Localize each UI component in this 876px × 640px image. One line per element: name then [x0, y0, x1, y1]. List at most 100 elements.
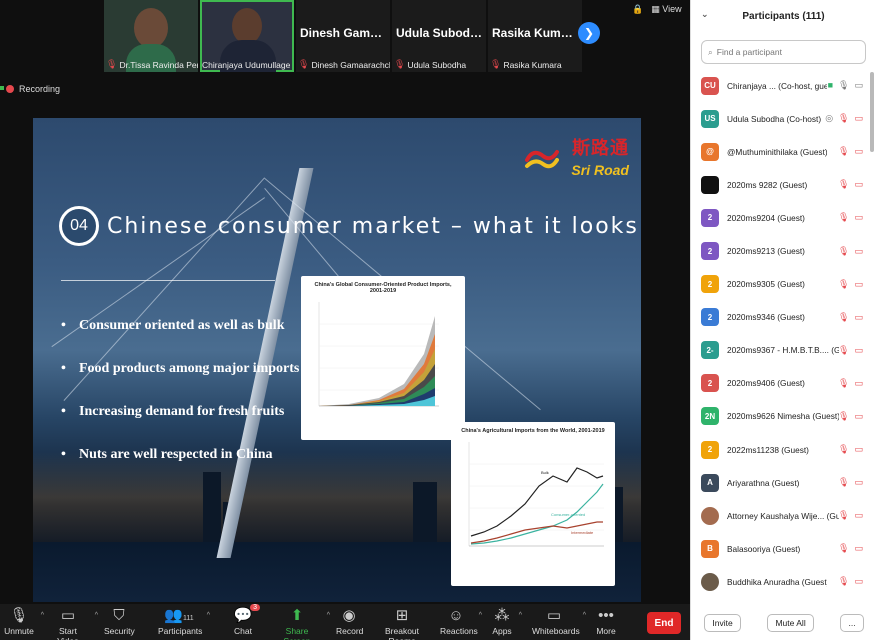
participant-status: 🎙 ▭: [838, 179, 863, 190]
participant-row[interactable]: @ @Muthuminithilaka (Guest) 🎙 ▭: [691, 135, 876, 168]
participants-panel: ⌄ Participants (111) ⌕ CU Chiranjaya ...…: [690, 0, 876, 640]
reactions-button[interactable]: ☺ Reactions ^: [440, 606, 482, 636]
slide-title: Chinese consumer market – what it looks …: [107, 214, 641, 239]
participants-button[interactable]: 👥111 Participants ^: [158, 606, 210, 636]
chat-badge: 3: [250, 604, 260, 611]
participant-row[interactable]: 2 2022ms11238 (Guest) 🎙 ▭: [691, 433, 876, 466]
avatar: 2: [701, 208, 719, 227]
participant-search[interactable]: ⌕: [701, 40, 866, 64]
participant-name: Chiranjaya ... (Co-host, guest): [727, 80, 827, 91]
participant-row[interactable]: 2- 2020ms9367 - H.M.B.T.B.... (Guest) 🎙▭: [691, 334, 876, 367]
mic-off-icon: 🎙: [394, 59, 406, 69]
caret-up-icon[interactable]: ^: [327, 612, 330, 619]
caret-up-icon[interactable]: ^: [41, 612, 44, 619]
participant-row[interactable]: CU Chiranjaya ... (Co-host, guest) ■ 🎙 ▭: [691, 69, 876, 102]
toolbar-label: Security: [104, 626, 135, 636]
mic-off-icon: 🎙: [838, 179, 850, 190]
video-off-icon: ▭: [854, 212, 863, 223]
participant-row[interactable]: 2 2020ms9406 (Guest) 🎙 ▭: [691, 367, 876, 400]
logo-english-text: Sri Road: [571, 162, 629, 178]
bullet-item: • Increasing demand for fresh fruits: [61, 404, 285, 419]
bullet-text: Increasing demand for fresh fruits: [79, 404, 285, 419]
recording-indicator[interactable]: Recording: [6, 84, 60, 94]
participant-row[interactable]: 2020ms 9282 (Guest) 🎙 ▭: [691, 168, 876, 201]
grid-icon: ▦: [651, 4, 660, 14]
breakout-rooms-button[interactable]: ⊞ Breakout Rooms: [374, 606, 430, 640]
invite-button[interactable]: Invite: [704, 614, 741, 632]
caret-up-icon[interactable]: ^: [95, 612, 98, 619]
security-lock-icon[interactable]: 🔒: [632, 4, 643, 15]
video-off-icon: ▭: [854, 179, 863, 190]
video-tile[interactable]: Rasika Kumara 🎙 Rasika Kumara: [488, 0, 582, 72]
panel-header: ⌄ Participants (111): [691, 0, 876, 32]
mic-off-icon: 🎙: [106, 59, 118, 69]
mic-off-icon: 🎙: [490, 59, 502, 69]
participant-row[interactable]: 2N 2020ms9626 Nimesha (Guest) 🎙 ▭: [691, 400, 876, 433]
mic-off-icon: 🎙: [838, 410, 850, 421]
tile-name-text: Dr.Tissa Ravinda Perera: [119, 59, 198, 70]
caret-up-icon[interactable]: ^: [479, 612, 482, 619]
participant-row[interactable]: B Balasooriya (Guest) 🎙 ▭: [691, 532, 876, 565]
participant-name: Udula Subodha (Co-host): [727, 113, 822, 124]
video-off-icon: ▭: [60, 607, 76, 624]
slide-number: 04: [59, 206, 99, 246]
participant-row[interactable]: 2 2020ms9346 (Guest) 🎙 ▭: [691, 301, 876, 334]
share-screen-button[interactable]: ⬆ Share Screen ^: [274, 606, 330, 640]
video-tile[interactable]: Udula Subodha 🎙 Udula Subodha: [392, 0, 486, 72]
participant-row[interactable]: 2 2020ms9204 (Guest) 🎙 ▭: [691, 201, 876, 234]
gallery-strip: 🎙Dr.Tissa Ravinda Perera Chiranjaya Udum…: [104, 0, 584, 72]
share-screen-icon: ■: [827, 80, 834, 91]
avatar: [701, 175, 719, 194]
collapse-chevron-icon[interactable]: ⌄: [701, 9, 709, 20]
mic-off-icon: 🎙: [838, 212, 850, 223]
avatar: 2N: [701, 407, 719, 426]
mic-off-icon: 🎙: [838, 477, 850, 488]
participant-row[interactable]: US Udula Subodha (Co-host) ◎ 🎙 ▭: [691, 102, 876, 135]
participant-name: 2020ms9406 (Guest): [727, 378, 805, 389]
gallery-next-button[interactable]: ❯: [578, 22, 600, 44]
caret-up-icon[interactable]: ^: [519, 612, 522, 619]
whiteboards-button[interactable]: ▭ Whiteboards ^: [532, 606, 586, 636]
apps-icon: ⁂: [494, 607, 510, 624]
toolbar-label: Whiteboards: [532, 626, 580, 636]
view-button[interactable]: ▦ View: [651, 4, 681, 15]
participant-name: 2020ms9213 (Guest): [727, 246, 805, 257]
record-icon: ◉: [342, 607, 356, 624]
mute-all-button[interactable]: Mute All: [767, 614, 814, 632]
video-off-icon: ▭: [854, 477, 863, 488]
video-tile[interactable]: 🎙Dr.Tissa Ravinda Perera: [104, 0, 198, 72]
participant-row[interactable]: Attorney Kaushalya Wije... (Guest) 🎙▭: [691, 499, 876, 532]
video-off-icon: ▭: [854, 245, 863, 256]
caret-up-icon[interactable]: ^: [207, 612, 210, 619]
security-button[interactable]: ⛉ Security: [104, 606, 135, 636]
search-input[interactable]: [716, 47, 847, 57]
tile-name-text: Rasika Kumara: [503, 59, 562, 70]
panel-footer: Invite Mute All ...: [691, 606, 876, 640]
end-meeting-button[interactable]: End: [647, 612, 681, 634]
record-button[interactable]: ◉ Record: [336, 606, 363, 636]
more-options-button[interactable]: ...: [840, 614, 864, 632]
participant-row[interactable]: 2 2020ms9213 (Guest) 🎙 ▭: [691, 234, 876, 267]
start-video-button[interactable]: ▭ Start Video ^: [48, 606, 98, 640]
video-off-icon: ▭: [854, 444, 863, 455]
video-tile-active-speaker[interactable]: Chiranjaya Udumullage: [200, 0, 294, 72]
toolbar-label: Participants: [158, 626, 203, 636]
agricultural-imports-chart: China's Agricultural Imports from the Wo…: [451, 422, 615, 586]
participant-name: 2020ms9367 - H.M.B.T.B.... (Guest): [727, 345, 839, 356]
video-tile[interactable]: Dinesh Gamaar... 🎙 Dinesh Gamaarachchi: [296, 0, 390, 72]
video-off-icon: ▭: [854, 576, 863, 587]
unmute-button[interactable]: 🎙 Unmute ^: [4, 606, 44, 636]
avatar: 2: [701, 275, 719, 294]
participant-status: 🎙 ▭: [838, 411, 863, 422]
more-button[interactable]: ••• More: [594, 606, 618, 636]
participant-name: 2020ms9626 Nimesha (Guest): [727, 411, 839, 422]
mic-off-icon: 🎙: [838, 543, 850, 554]
participant-video: [134, 8, 168, 48]
participant-row[interactable]: 2 2020ms9305 (Guest) 🎙 ▭: [691, 268, 876, 301]
participant-row[interactable]: A Ariyarathna (Guest) 🎙 ▭: [691, 466, 876, 499]
chat-button[interactable]: 💬 3 Chat: [232, 604, 260, 636]
caret-up-icon[interactable]: ^: [583, 612, 586, 619]
toolbar-label: Start Video: [57, 626, 79, 640]
participant-row[interactable]: Buddhika Anuradha (Guest) 🎙 ▭: [691, 565, 876, 598]
apps-button[interactable]: ⁂ Apps ^: [492, 606, 522, 636]
